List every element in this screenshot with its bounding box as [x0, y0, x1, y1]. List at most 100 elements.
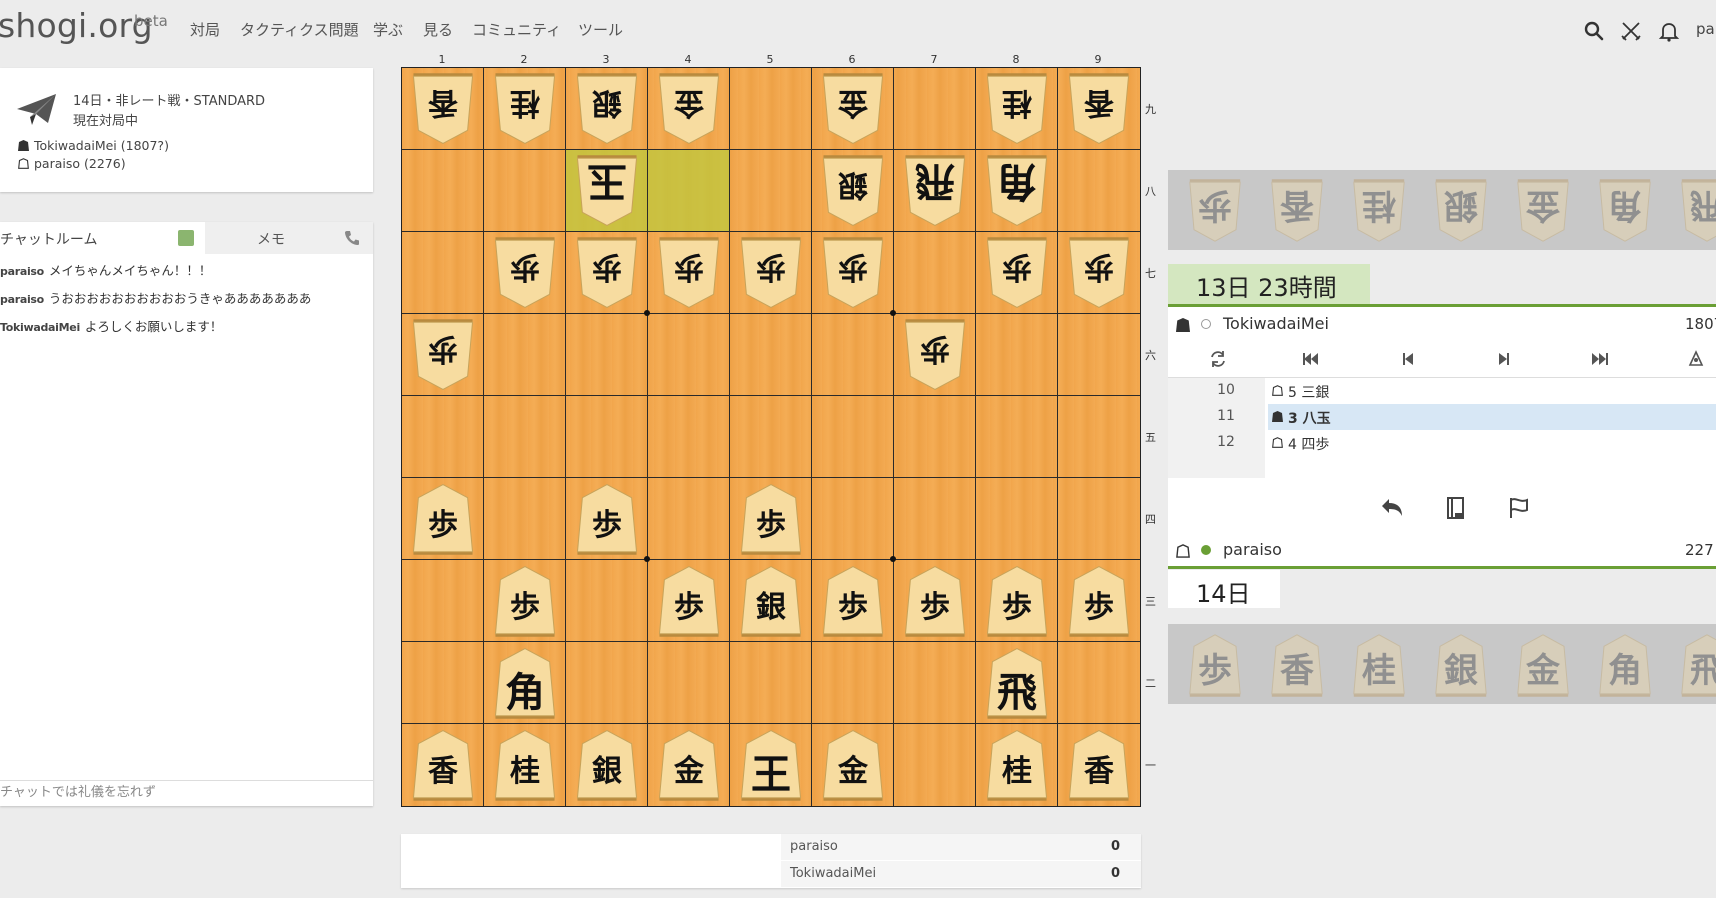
- shogi-piece[interactable]: 香: [402, 68, 484, 150]
- sente-player[interactable]: TokiwadaiMei (1807?): [18, 138, 169, 153]
- board-square[interactable]: [976, 396, 1058, 478]
- hand-piece[interactable]: 銀: [1426, 629, 1496, 701]
- shogi-piece[interactable]: 桂: [976, 68, 1058, 150]
- board-square[interactable]: [730, 68, 812, 150]
- shogi-piece[interactable]: 歩: [566, 478, 648, 560]
- shogi-piece[interactable]: 銀: [566, 724, 648, 806]
- shogi-piece[interactable]: 銀: [566, 68, 648, 150]
- hand-piece[interactable]: 飛: [1672, 175, 1716, 247]
- shogi-piece[interactable]: 角: [484, 642, 566, 724]
- board-square[interactable]: [566, 314, 648, 396]
- board-square[interactable]: [484, 150, 566, 232]
- board-square[interactable]: [402, 560, 484, 642]
- board-square[interactable]: [648, 642, 730, 724]
- hand-piece[interactable]: 角: [1590, 629, 1660, 701]
- board-square[interactable]: [1058, 150, 1140, 232]
- shogi-piece[interactable]: 桂: [484, 724, 566, 806]
- shogi-piece[interactable]: 飛: [976, 642, 1058, 724]
- hand-piece[interactable]: 金: [1508, 175, 1578, 247]
- move-row[interactable]: 10 5 三銀: [1168, 378, 1716, 404]
- shogi-piece[interactable]: 香: [1058, 68, 1140, 150]
- nav-learn[interactable]: 学ぶ: [373, 19, 403, 40]
- shogi-piece[interactable]: 金: [812, 68, 894, 150]
- shogi-piece[interactable]: 歩: [894, 560, 976, 642]
- nav-tactics[interactable]: タクティクス問題: [240, 19, 359, 40]
- shogi-piece[interactable]: 桂: [976, 724, 1058, 806]
- shogi-piece[interactable]: 金: [648, 68, 730, 150]
- board-square[interactable]: [812, 642, 894, 724]
- board-square[interactable]: [402, 642, 484, 724]
- shogi-piece[interactable]: 銀: [812, 150, 894, 232]
- board-square[interactable]: [894, 478, 976, 560]
- chat-message-user[interactable]: paraiso: [0, 265, 44, 278]
- board-square[interactable]: [730, 642, 812, 724]
- board-square[interactable]: [812, 396, 894, 478]
- nav-tools[interactable]: ツール: [578, 19, 623, 40]
- board-square[interactable]: [402, 150, 484, 232]
- shogi-piece[interactable]: 歩: [976, 232, 1058, 314]
- phone-icon[interactable]: [343, 229, 361, 247]
- nav-play[interactable]: 対局: [190, 19, 220, 40]
- board-square[interactable]: [812, 478, 894, 560]
- user-menu[interactable]: pa: [1696, 20, 1715, 38]
- last-move-icon[interactable]: [1590, 349, 1610, 369]
- shogi-piece[interactable]: 飛: [894, 150, 976, 232]
- shogi-piece[interactable]: 金: [812, 724, 894, 806]
- board-square[interactable]: [894, 232, 976, 314]
- first-move-icon[interactable]: [1300, 349, 1320, 369]
- shogi-piece[interactable]: 歩: [1058, 560, 1140, 642]
- shogi-piece[interactable]: 歩: [484, 560, 566, 642]
- shogi-board[interactable]: 香桂銀金金桂香玉銀飛角歩歩歩歩歩歩歩歩歩歩歩歩歩歩銀歩歩歩歩角飛香桂銀金王金桂香: [401, 67, 1141, 807]
- hand-piece[interactable]: 歩: [1180, 175, 1250, 247]
- board-square[interactable]: [648, 478, 730, 560]
- notebook-icon[interactable]: [1443, 495, 1469, 521]
- tab-memo[interactable]: メモ: [205, 222, 373, 254]
- shogi-piece[interactable]: 歩: [730, 478, 812, 560]
- hand-piece[interactable]: 金: [1508, 629, 1578, 701]
- board-square[interactable]: [730, 314, 812, 396]
- board-square[interactable]: [730, 150, 812, 232]
- hand-piece[interactable]: 香: [1262, 175, 1332, 247]
- chat-message-user[interactable]: paraiso: [0, 293, 44, 306]
- board-square[interactable]: [1058, 314, 1140, 396]
- board-square[interactable]: [1058, 396, 1140, 478]
- shogi-piece[interactable]: 歩: [648, 560, 730, 642]
- shogi-piece[interactable]: 香: [1058, 724, 1140, 806]
- board-square[interactable]: [894, 724, 976, 806]
- board-square[interactable]: [648, 314, 730, 396]
- shogi-piece[interactable]: 歩: [976, 560, 1058, 642]
- shogi-piece[interactable]: 歩: [566, 232, 648, 314]
- site-logo[interactable]: shogi.org: [0, 6, 153, 45]
- crossed-swords-icon[interactable]: [1620, 20, 1642, 42]
- board-square[interactable]: [566, 560, 648, 642]
- board-square[interactable]: [894, 68, 976, 150]
- board-square[interactable]: [730, 396, 812, 478]
- move-row-selected[interactable]: 11 3 八玉: [1168, 404, 1716, 430]
- shogi-piece[interactable]: 歩: [402, 314, 484, 396]
- board-square[interactable]: [402, 396, 484, 478]
- board-square[interactable]: [484, 314, 566, 396]
- chat-input[interactable]: チャットでは礼儀を忘れず: [0, 780, 373, 806]
- shogi-piece[interactable]: 金: [648, 724, 730, 806]
- shogi-piece[interactable]: 角: [976, 150, 1058, 232]
- bell-icon[interactable]: [1658, 20, 1680, 42]
- board-square[interactable]: [976, 478, 1058, 560]
- shogi-piece[interactable]: 歩: [484, 232, 566, 314]
- board-square[interactable]: [484, 396, 566, 478]
- nav-watch[interactable]: 見る: [423, 19, 453, 40]
- next-move-icon[interactable]: [1494, 349, 1514, 369]
- shogi-piece[interactable]: 桂: [484, 68, 566, 150]
- board-square[interactable]: [566, 642, 648, 724]
- chat-message-user[interactable]: TokiwadaiMei: [0, 321, 80, 334]
- flip-board-icon[interactable]: [1208, 349, 1228, 369]
- search-icon[interactable]: [1583, 20, 1605, 42]
- prev-move-icon[interactable]: [1398, 349, 1418, 369]
- board-square[interactable]: [648, 396, 730, 478]
- board-square[interactable]: [648, 150, 730, 232]
- shogi-piece[interactable]: 玉: [566, 150, 648, 232]
- chat-toggle[interactable]: [178, 230, 194, 246]
- hand-piece[interactable]: 香: [1262, 629, 1332, 701]
- resign-flag-icon[interactable]: [1506, 495, 1532, 521]
- hand-piece[interactable]: 角: [1590, 175, 1660, 247]
- board-square[interactable]: [566, 396, 648, 478]
